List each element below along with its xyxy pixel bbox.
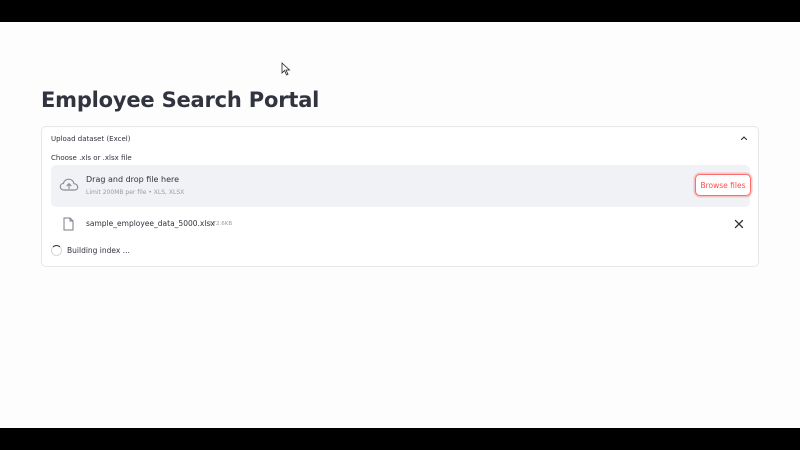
close-icon[interactable] [732, 217, 746, 231]
file-uploader-label: Choose .xls or .xlsx file [51, 154, 132, 162]
browse-files-button[interactable]: Browse files [695, 174, 751, 196]
cloud-upload-icon [59, 178, 79, 191]
expander-title: Upload dataset (Excel) [51, 135, 131, 143]
mouse-cursor-icon [281, 62, 291, 76]
dropzone-title: Drag and drop file here [86, 175, 180, 184]
loading-spinner-icon [51, 245, 62, 256]
status-text: Building index ... [67, 246, 130, 255]
file-dropzone[interactable]: Drag and drop file here Limit 200MB per … [51, 165, 751, 207]
dropzone-limit-text: Limit 200MB per file • XLS, XLSX [86, 189, 185, 196]
app-main: Employee Search Portal Upload dataset (E… [0, 22, 800, 428]
uploaded-file-size: 172.6KB [209, 220, 233, 227]
uploaded-file-row: sample_employee_data_5000.xlsx 172.6KB [51, 213, 750, 235]
upload-expander-header[interactable]: Upload dataset (Excel) [42, 127, 758, 151]
page-title: Employee Search Portal [41, 88, 320, 112]
uploaded-file-name: sample_employee_data_5000.xlsx [86, 219, 215, 228]
letterbox-bottom [0, 428, 800, 450]
file-icon [63, 217, 74, 231]
letterbox-top [0, 0, 800, 22]
chevron-up-icon[interactable] [739, 133, 749, 143]
upload-expander: Upload dataset (Excel) Choose .xls or .x… [41, 126, 759, 267]
